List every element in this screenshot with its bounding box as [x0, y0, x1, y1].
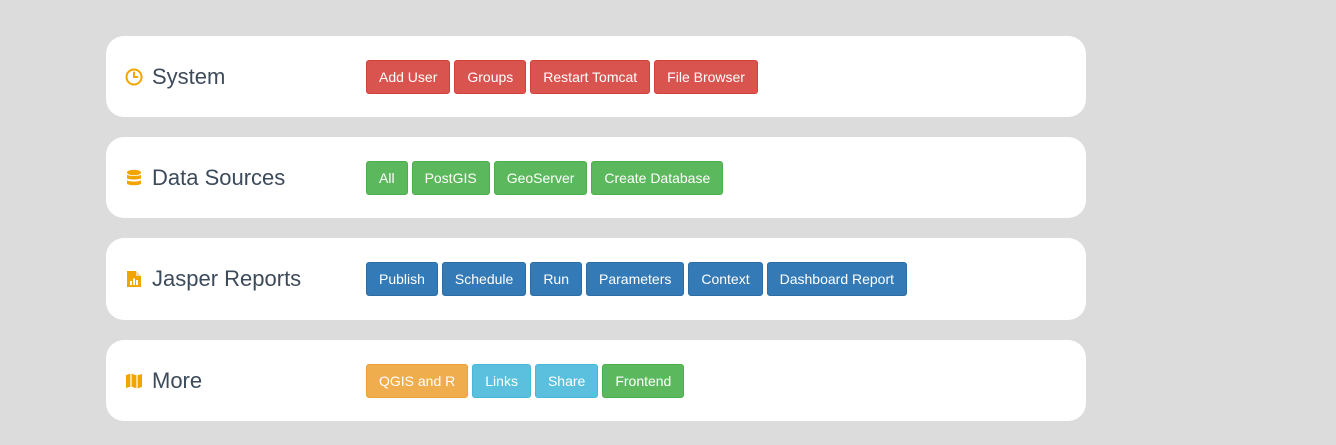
report-file-icon	[124, 269, 144, 289]
button-group-system: Add User Groups Restart Tomcat File Brow…	[366, 36, 762, 117]
create-database-button[interactable]: Create Database	[591, 160, 724, 195]
panel-title-label: More	[152, 367, 203, 393]
panel-more: More QGIS and R Links Share Frontend	[106, 340, 1086, 421]
panel-jasper-reports: Jasper Reports Publish Schedule Run Para…	[106, 238, 1086, 320]
panel-title-label: Jasper Reports	[152, 266, 302, 291]
share-button[interactable]: Share	[534, 363, 599, 398]
panel-title-data-sources: Data Sources	[124, 137, 285, 218]
all-button[interactable]: All	[366, 160, 408, 195]
dashboard-panels: System Add User Groups Restart Tomcat Fi…	[106, 36, 1086, 441]
publish-button[interactable]: Publish	[366, 262, 438, 296]
panel-title-jasper-reports: Jasper Reports	[124, 238, 301, 320]
panel-title-system: System	[124, 36, 225, 117]
panel-title-label: Data Sources	[152, 164, 286, 190]
context-button[interactable]: Context	[688, 262, 763, 296]
button-group-data-sources: All PostGIS GeoServer Create Database	[366, 137, 727, 218]
panel-title-more: More	[124, 340, 202, 421]
dashboard-report-button[interactable]: Dashboard Report	[766, 262, 908, 296]
geoserver-button[interactable]: GeoServer	[493, 160, 588, 195]
panel-system: System Add User Groups Restart Tomcat Fi…	[106, 36, 1086, 117]
qgis-and-r-button[interactable]: QGIS and R	[366, 363, 469, 398]
frontend-button[interactable]: Frontend	[602, 363, 685, 398]
groups-button[interactable]: Groups	[454, 59, 527, 94]
run-button[interactable]: Run	[530, 262, 582, 296]
schedule-button[interactable]: Schedule	[441, 262, 527, 296]
clock-icon	[124, 67, 144, 87]
file-browser-button[interactable]: File Browser	[654, 59, 758, 94]
button-group-jasper-reports: Publish Schedule Run Parameters Context …	[366, 238, 911, 320]
button-group-more: QGIS and R Links Share Frontend	[366, 340, 688, 421]
map-icon	[124, 371, 144, 391]
postgis-button[interactable]: PostGIS	[411, 160, 490, 195]
links-button[interactable]: Links	[472, 363, 531, 398]
parameters-button[interactable]: Parameters	[586, 262, 685, 296]
restart-tomcat-button[interactable]: Restart Tomcat	[530, 59, 651, 94]
database-icon	[124, 168, 144, 188]
panel-title-label: System	[152, 63, 226, 89]
add-user-button[interactable]: Add User	[366, 59, 451, 94]
panel-data-sources: Data Sources All PostGIS GeoServer Creat…	[106, 137, 1086, 218]
